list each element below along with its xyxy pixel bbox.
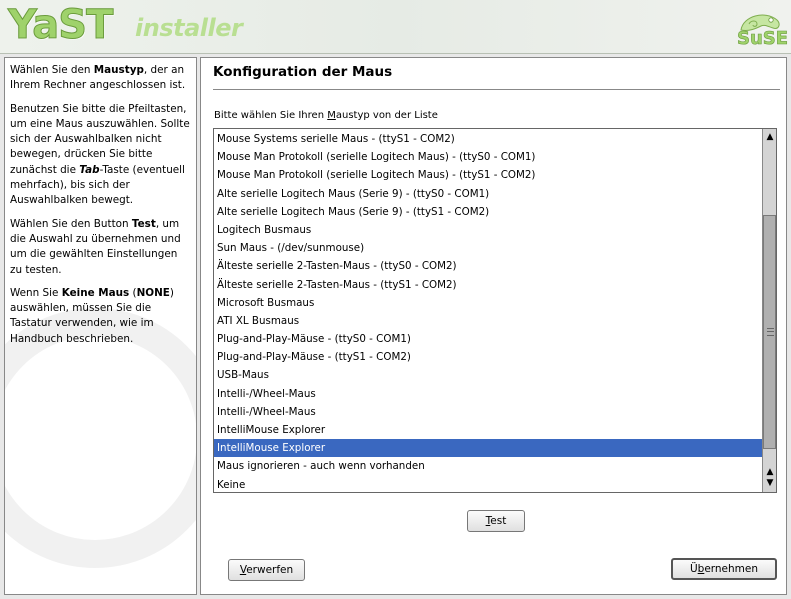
scroll-up-icon[interactable]: ▲ bbox=[764, 131, 776, 143]
help-text-segment: Wenn Sie bbox=[10, 286, 62, 299]
help-text-segment: NONE bbox=[136, 286, 170, 299]
list-item[interactable]: Logitech Busmaus bbox=[214, 221, 764, 239]
help-text-segment: Keine Maus bbox=[61, 286, 130, 299]
list-item[interactable]: Mouse Man Protokoll (serielle Logitech M… bbox=[214, 166, 764, 184]
help-text-segment: Tab bbox=[79, 163, 100, 176]
help-text-segment: Maustyp bbox=[93, 64, 144, 76]
title-divider bbox=[213, 89, 780, 90]
header-banner: YaST installer SuSE bbox=[0, 0, 791, 54]
help-text: Wählen Sie den Maustyp, der an Ihrem Rec… bbox=[10, 63, 191, 347]
list-item[interactable]: Alte serielle Logitech Maus (Serie 9) - … bbox=[214, 185, 764, 203]
suse-logo-text: SuSE bbox=[737, 28, 789, 50]
installer-logo-text: installer bbox=[135, 14, 243, 42]
list-item[interactable]: Mouse Systems serielle Maus - (ttyS1 - C… bbox=[214, 130, 764, 148]
help-text-segment: Test bbox=[131, 217, 156, 230]
accept-button[interactable]: Übernehmen bbox=[671, 558, 777, 580]
yast-logo-text: YaST bbox=[7, 2, 113, 49]
list-item[interactable]: IntelliMouse Explorer bbox=[214, 421, 764, 439]
list-item[interactable]: USB-Maus bbox=[214, 366, 764, 384]
mouse-type-list[interactable]: Mouse Systems serielle Maus - (ttyS1 - C… bbox=[213, 128, 777, 493]
list-item[interactable]: Keine bbox=[214, 476, 764, 494]
list-item[interactable]: Plug-and-Play-Mäuse - (ttyS0 - COM1) bbox=[214, 330, 764, 348]
list-item[interactable]: Intelli-/Wheel-Maus bbox=[214, 403, 764, 421]
help-paragraph: Wählen Sie den Maustyp, der an Ihrem Rec… bbox=[10, 63, 191, 94]
list-item-selected[interactable]: IntelliMouse Explorer bbox=[214, 439, 764, 458]
test-button-label: est bbox=[490, 515, 507, 527]
help-text-segment: ( bbox=[129, 286, 137, 299]
list-scrollbar[interactable]: ▲ ▲ ▼ bbox=[762, 129, 776, 492]
scroll-down-icon[interactable]: ▼ bbox=[764, 477, 776, 489]
list-items: Mouse Systems serielle Maus - (ttyS1 - C… bbox=[214, 130, 764, 494]
list-label-mnemonic: M bbox=[327, 110, 336, 121]
accept-button-prefix: Ü bbox=[689, 563, 698, 575]
help-text-segment: Wählen Sie den Button bbox=[10, 217, 132, 230]
accept-button-label: ernehmen bbox=[704, 563, 759, 575]
scroll-grip-icon bbox=[767, 328, 774, 336]
help-text-segment: Wählen Sie den bbox=[10, 64, 94, 76]
help-paragraph: Wenn Sie Keine Maus (NONE) auswählen, mü… bbox=[10, 286, 191, 347]
list-label-prefix: Bitte wählen Sie Ihren bbox=[214, 110, 328, 121]
list-item[interactable]: ATI XL Busmaus bbox=[214, 312, 764, 330]
main-panel: Konfiguration der Maus Bitte wählen Sie … bbox=[200, 57, 787, 595]
list-item[interactable]: Mouse Man Protokoll (serielle Logitech M… bbox=[214, 148, 764, 166]
list-item[interactable]: Maus ignorieren - auch wenn vorhanden bbox=[214, 457, 764, 475]
list-item[interactable]: Microsoft Busmaus bbox=[214, 294, 764, 312]
suse-logo: SuSE bbox=[735, 8, 788, 49]
page-title: Konfiguration der Maus bbox=[213, 64, 393, 80]
list-label-suffix: austyp von der Liste bbox=[335, 110, 438, 121]
scroll-thumb[interactable] bbox=[763, 215, 776, 449]
list-item[interactable]: Älteste serielle 2-Tasten-Maus - (ttyS1 … bbox=[214, 276, 764, 294]
help-paragraph: Benutzen Sie bitte die Pfeiltasten, um e… bbox=[10, 102, 191, 209]
list-item[interactable]: Sun Maus - (/dev/sunmouse) bbox=[214, 239, 764, 257]
list-item[interactable]: Plug-and-Play-Mäuse - (ttyS1 - COM2) bbox=[214, 348, 764, 366]
list-item[interactable]: Alte serielle Logitech Maus (Serie 9) - … bbox=[214, 203, 764, 221]
help-paragraph: Wählen Sie den Button Test, um die Auswa… bbox=[10, 217, 191, 278]
list-label: Bitte wählen Sie Ihren Maustyp von der L… bbox=[214, 110, 438, 121]
help-panel: Wählen Sie den Maustyp, der an Ihrem Rec… bbox=[4, 57, 197, 595]
list-item[interactable]: Intelli-/Wheel-Maus bbox=[214, 385, 764, 403]
list-item[interactable]: Älteste serielle 2-Tasten-Maus - (ttyS0 … bbox=[214, 257, 764, 275]
discard-button-label: erwerfen bbox=[246, 564, 294, 576]
test-button[interactable]: Test bbox=[467, 510, 525, 532]
discard-button[interactable]: Verwerfen bbox=[228, 559, 305, 581]
